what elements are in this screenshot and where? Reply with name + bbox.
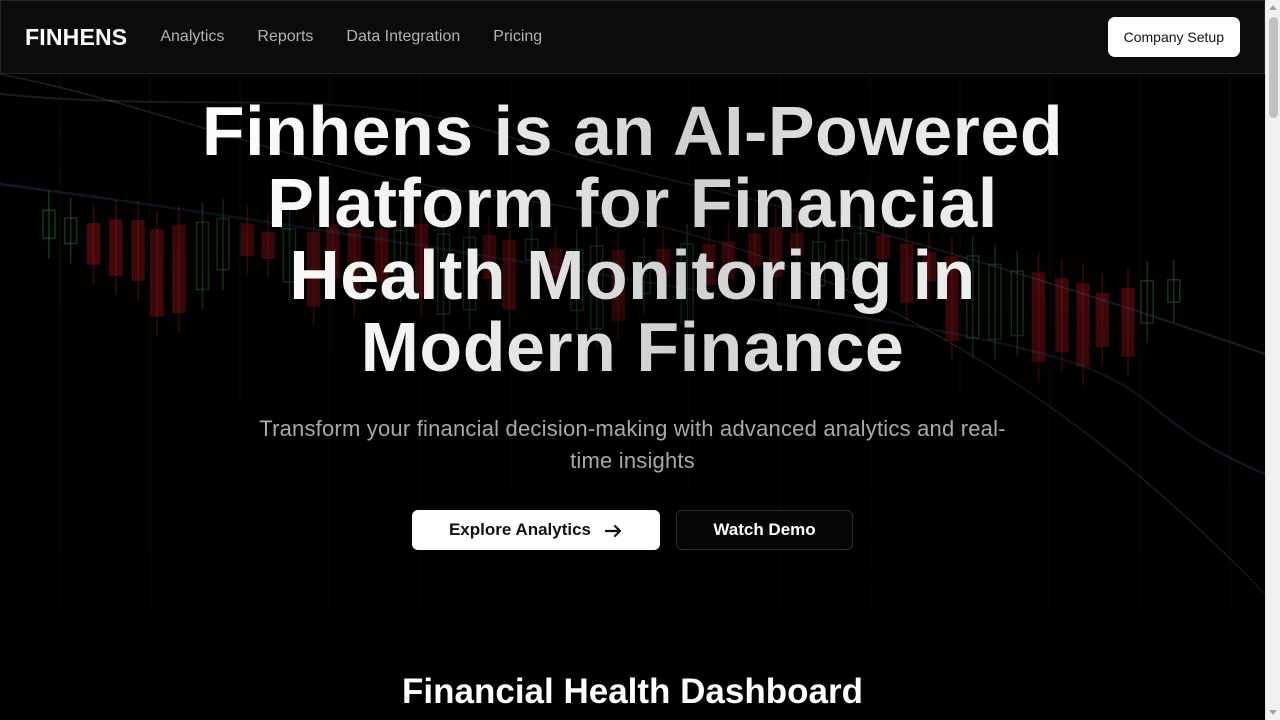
nav-link-analytics[interactable]: Analytics [160, 28, 224, 46]
page: FINHENS Analytics Reports Data Integrati… [0, 0, 1265, 720]
hero-section: Finhens is an AI-Powered Platform for Fi… [0, 95, 1265, 550]
scroll-down-arrow-icon[interactable] [1269, 710, 1277, 715]
watch-demo-button[interactable]: Watch Demo [676, 510, 853, 550]
hero-subtitle: Transform your financial decision-making… [259, 416, 1006, 473]
company-setup-button[interactable]: Company Setup [1107, 17, 1240, 57]
navbar: FINHENS Analytics Reports Data Integrati… [0, 0, 1265, 74]
scroll-up-arrow-icon[interactable] [1269, 5, 1277, 10]
nav-link-reports[interactable]: Reports [257, 28, 313, 46]
dashboard-section-title: Financial Health Dashboard [402, 672, 863, 711]
scroll-thumb[interactable] [1269, 17, 1278, 118]
nav-links: Analytics Reports Data Integration Prici… [160, 28, 542, 46]
logo[interactable]: FINHENS [25, 24, 127, 51]
nav-link-data-integration[interactable]: Data Integration [346, 28, 460, 46]
vertical-scrollbar[interactable] [1265, 0, 1280, 720]
hero-actions: Explore Analytics Watch Demo [0, 510, 1265, 550]
hero-title: Finhens is an AI-Powered Platform for Fi… [153, 95, 1113, 383]
arrow-right-icon [604, 523, 623, 538]
nav-link-pricing[interactable]: Pricing [493, 28, 542, 46]
explore-analytics-label: Explore Analytics [448, 520, 592, 539]
explore-analytics-button[interactable]: Explore Analytics [412, 510, 660, 550]
